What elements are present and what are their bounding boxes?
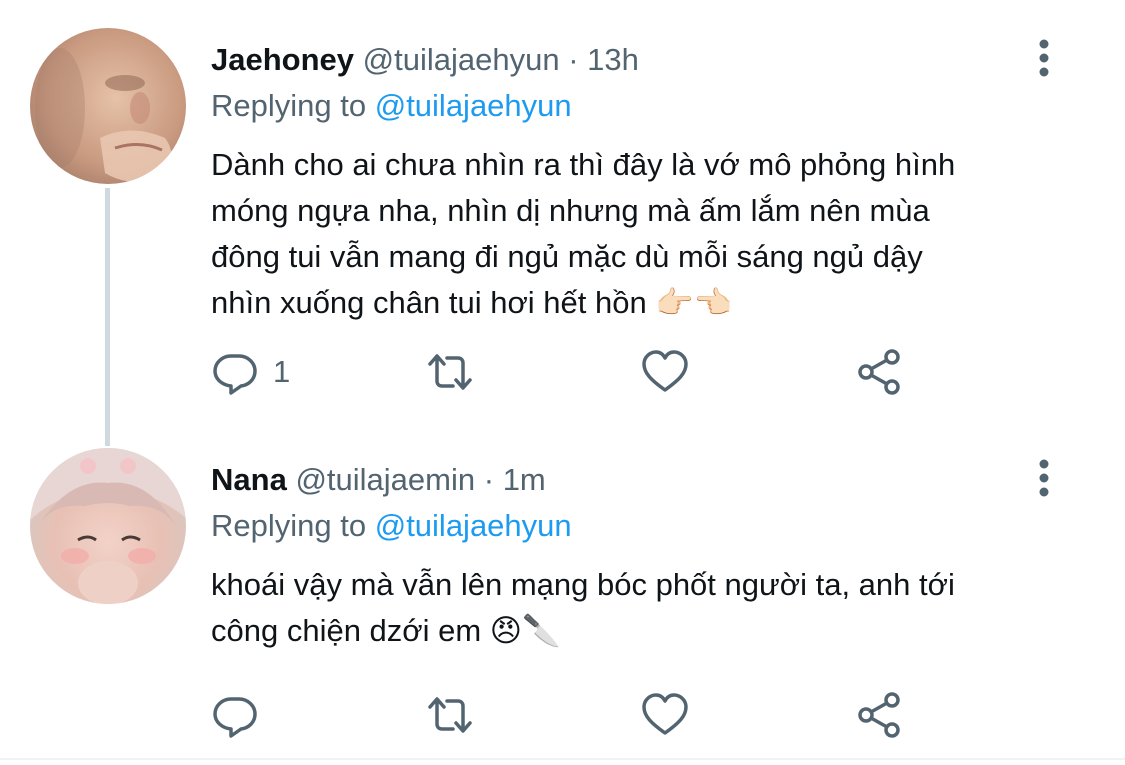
reply-count: 1: [273, 354, 291, 389]
replying-to-link[interactable]: @tuilajaehyun: [375, 508, 572, 543]
tweet-text-line: khoái vậy mà vẫn lên mạng bóc phốt người…: [211, 567, 955, 602]
tweet-text-line: đông tui vẫn mang đi ngủ mặc dù mỗi sáng…: [211, 239, 923, 274]
tweet-actions: 1: [211, 347, 931, 397]
share-button[interactable]: [856, 347, 904, 397]
share-button[interactable]: [856, 690, 904, 740]
retweet-button[interactable]: [426, 690, 488, 740]
user-handle[interactable]: @tuilajaehyun: [363, 42, 560, 77]
separator-dot: ·: [568, 42, 579, 77]
more-vertical-icon: [1039, 39, 1049, 77]
timestamp[interactable]: 13h: [587, 42, 639, 77]
tweet-text-line: công chiện dzới em 😠🔪: [211, 613, 561, 648]
more-options-button[interactable]: [1030, 38, 1058, 78]
tweet-header: Nana @tuilajaemin · 1m: [211, 460, 546, 500]
reply-icon: [213, 354, 257, 395]
tweet-actions: [211, 690, 931, 740]
reply-icon: [213, 697, 257, 738]
replying-to: Replying to @tuilajaehyun: [211, 86, 572, 126]
retweet-icon: [428, 354, 472, 390]
reply-button[interactable]: [211, 690, 273, 740]
replying-to-label: Replying to: [211, 88, 367, 123]
tweet-text: Dành cho ai chưa nhìn ra thì đây là vớ m…: [211, 142, 1071, 326]
separator-dot: ·: [483, 462, 495, 497]
heart-icon: [642, 693, 688, 735]
replying-to: Replying to @tuilajaehyun: [211, 506, 572, 546]
avatar[interactable]: [30, 448, 186, 604]
like-button[interactable]: [641, 347, 703, 397]
retweet-button[interactable]: [426, 347, 488, 397]
divider: [0, 758, 1125, 760]
retweet-icon: [428, 697, 472, 733]
more-options-button[interactable]: [1030, 458, 1058, 498]
replying-to-link[interactable]: @tuilajaehyun: [375, 88, 572, 123]
more-vertical-icon: [1039, 459, 1049, 497]
tweet-text: khoái vậy mà vẫn lên mạng bóc phốt người…: [211, 562, 1071, 654]
heart-icon: [642, 350, 688, 392]
tweet-text-line: nhìn xuống chân tui hơi hết hồn 👉🏻👈🏻: [211, 285, 733, 320]
share-icon: [858, 692, 900, 738]
avatar[interactable]: [30, 28, 186, 184]
tweet[interactable]: Jaehoney @tuilajaehyun · 13h Replying to…: [0, 0, 1125, 420]
display-name[interactable]: Nana: [211, 462, 287, 497]
tweet-text-line: Dành cho ai chưa nhìn ra thì đây là vớ m…: [211, 147, 956, 182]
timestamp[interactable]: 1m: [503, 462, 546, 497]
share-icon: [858, 349, 900, 395]
tweet-header: Jaehoney @tuilajaehyun · 13h: [211, 40, 639, 80]
reply-button[interactable]: 1: [211, 347, 290, 397]
user-handle[interactable]: @tuilajaemin: [295, 462, 475, 497]
like-button[interactable]: [641, 690, 703, 740]
tweet-text-line: móng ngựa nha, nhìn dị nhưng mà ấm lắm n…: [211, 193, 930, 228]
tweet[interactable]: Nana @tuilajaemin · 1m Replying to @tuil…: [0, 420, 1125, 765]
display-name[interactable]: Jaehoney: [211, 42, 354, 77]
replying-to-label: Replying to: [211, 508, 367, 543]
